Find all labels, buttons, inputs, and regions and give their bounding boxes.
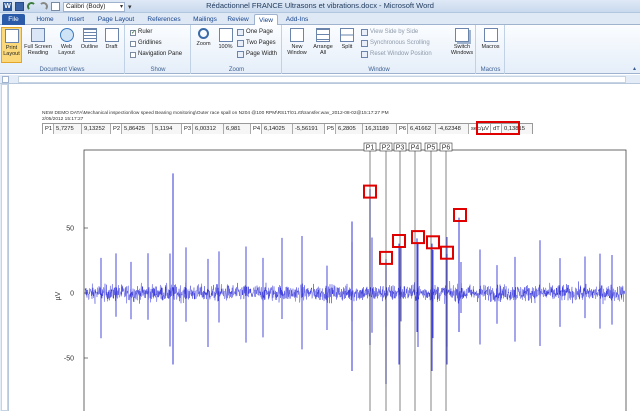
cursor-label: P4 [411,145,420,152]
cursor-label: P5 [427,145,436,152]
cursor-label: P3 [396,145,405,152]
y-axis-label: µV [55,291,62,300]
y-tick-label: 0 [70,291,74,298]
cursor-label: P2 [382,145,391,152]
y-tick-label: -50 [64,356,74,363]
plot-frame [83,149,627,411]
cursor-label: P6 [442,145,451,152]
vibration-chart: 50 0 -50 µV P1 P2 P3 P4 P5 P6 [55,142,627,411]
cursor-label: P1 [366,145,375,152]
y-tick-label: 50 [66,226,74,233]
